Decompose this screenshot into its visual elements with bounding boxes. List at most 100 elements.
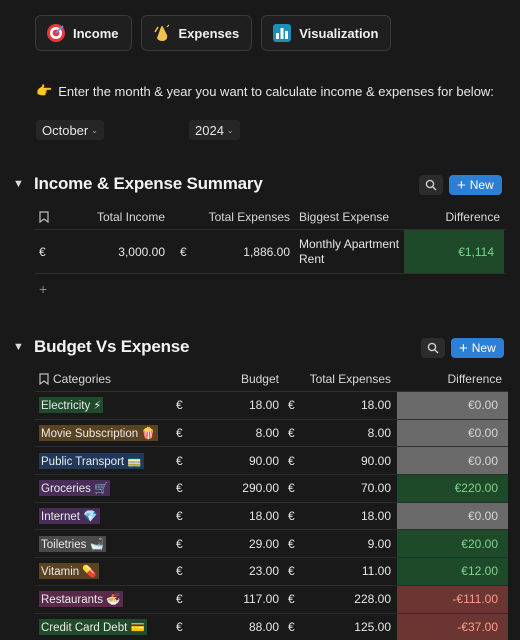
difference-value: €0.00 [397, 447, 508, 475]
table-row[interactable]: Restaurants 🍜 €117.00 €228.00 -€111.00 [35, 585, 508, 614]
summary-header-row: Total Income Total Expenses Biggest Expe… [35, 204, 506, 230]
target-icon [46, 23, 66, 43]
budget-toolbar: + New [421, 338, 504, 358]
search-icon [425, 179, 437, 191]
col-categories[interactable]: Categories [35, 372, 172, 386]
col-biggest-expense[interactable]: Biggest Expense [290, 210, 404, 224]
category-tag: Credit Card Debt 💳 [39, 618, 147, 635]
table-row[interactable]: Groceries 🛒 €290.00 €70.00 €220.00 [35, 475, 508, 503]
new-label: New [471, 341, 496, 355]
expense-currency: € [288, 619, 295, 634]
category-tag: Public Transport 🚃 [39, 452, 144, 469]
summary-row[interactable]: € 3,000.00 € 1,886.00 Monthly Apartment … [35, 230, 506, 274]
chevron-down-icon: ⌄ [91, 125, 98, 135]
col-total-expenses[interactable]: Total Expenses [165, 210, 290, 224]
clapping-hands-icon [152, 23, 172, 43]
bar-chart-icon [272, 23, 292, 43]
difference-value: -€111.00 [397, 585, 508, 613]
add-row-button[interactable]: + [39, 281, 47, 297]
difference-value: €1,114 [404, 230, 504, 273]
bookmark-icon [35, 210, 85, 223]
col-total-income[interactable]: Total Income [85, 210, 165, 224]
expense-currency: € [288, 398, 295, 413]
table-row[interactable]: Toiletries 🛁 €29.00 €9.00 €20.00 [35, 530, 508, 559]
month-select[interactable]: October ⌄ [36, 120, 104, 140]
expenses-value: 1,886.00 [243, 244, 290, 259]
budget-value: 29.00 [248, 536, 279, 551]
col-budget[interactable]: Budget [172, 372, 279, 386]
col-difference[interactable]: Difference [391, 372, 508, 386]
category-cell: Vitamin 💊 [35, 558, 172, 585]
month-value: October [42, 122, 89, 138]
search-icon [427, 342, 439, 354]
nav-visualization-label: Visualization [299, 25, 379, 41]
category-cell: Movie Subscription 🍿 [35, 420, 172, 447]
table-row[interactable]: Credit Card Debt 💳 €88.00 €125.00 -€37.00 [35, 613, 508, 640]
budget-currency: € [176, 481, 183, 496]
category-tag: Vitamin 💊 [39, 563, 99, 580]
budget-section-header: ▼ Budget Vs Expense [13, 337, 190, 357]
summary-new-button[interactable]: + New [449, 175, 502, 195]
year-select[interactable]: 2024 ⌄ [189, 120, 240, 140]
table-row[interactable]: Internet 💎 €18.00 €18.00 €0.00 [35, 502, 508, 531]
summary-section-header: ▼ Income & Expense Summary [13, 174, 263, 194]
plus-icon: + [459, 339, 468, 357]
budget-value: 117.00 [243, 592, 279, 607]
category-tag: Toiletries 🛁 [39, 535, 106, 552]
budget-currency: € [176, 592, 183, 607]
budget-value: 290.00 [242, 481, 279, 496]
collapse-toggle-icon[interactable]: ▼ [13, 341, 34, 353]
category-cell: Electricity ⚡ [35, 392, 172, 419]
expense-currency: € [288, 481, 295, 496]
difference-value: €220.00 [397, 475, 508, 502]
category-tag: Groceries 🛒 [39, 480, 111, 497]
expense-currency: € [288, 592, 295, 607]
difference-value: -€37.00 [397, 613, 508, 640]
col-total-expenses[interactable]: Total Expenses [279, 372, 391, 386]
expense-currency: € [288, 509, 295, 524]
nav-visualization-button[interactable]: Visualization [261, 15, 392, 51]
difference-value: €0.00 [397, 502, 508, 530]
summary-table: Total Income Total Expenses Biggest Expe… [35, 204, 506, 274]
difference-value: €0.00 [397, 419, 508, 447]
summary-title: Income & Expense Summary [34, 174, 263, 193]
table-row[interactable]: Vitamin 💊 €23.00 €11.00 €12.00 [35, 558, 508, 586]
budget-value: 8.00 [255, 426, 279, 441]
category-cell: Internet 💎 [35, 503, 172, 530]
table-row[interactable]: Electricity ⚡ €18.00 €18.00 €0.00 [35, 392, 508, 420]
category-tag: Movie Subscription 🍿 [39, 425, 158, 442]
instruction-text: 👉 Enter the month & year you want to cal… [36, 83, 494, 99]
year-value: 2024 [195, 122, 224, 138]
search-button[interactable] [421, 338, 445, 358]
nav-expenses-label: Expenses [178, 25, 240, 41]
expenses-value: 18.00 [360, 509, 391, 524]
expense-currency: € [288, 453, 295, 468]
category-tag: Internet 💎 [39, 508, 100, 525]
difference-value: €20.00 [397, 530, 508, 558]
instruction-label: Enter the month & year you want to calcu… [58, 83, 494, 99]
nav-expenses-button[interactable]: Expenses [140, 15, 253, 51]
budget-currency: € [176, 619, 183, 634]
table-row[interactable]: Movie Subscription 🍿 €8.00 €8.00 €0.00 [35, 419, 508, 448]
budget-currency: € [176, 453, 183, 468]
expense-currency: € [288, 426, 295, 441]
col-categories-label: Categories [53, 372, 112, 386]
budget-value: 90.00 [248, 453, 279, 468]
expense-currency: € [288, 564, 295, 579]
expenses-value: 8.00 [367, 426, 391, 441]
search-button[interactable] [419, 175, 443, 195]
biggest-expense-value: Monthly Apartment Rent [299, 236, 400, 266]
budget-value: 18.00 [248, 509, 279, 524]
expenses-value: 90.00 [360, 453, 391, 468]
table-row[interactable]: Public Transport 🚃 €90.00 €90.00 €0.00 [35, 447, 508, 476]
nav-income-button[interactable]: Income [35, 15, 132, 51]
collapse-toggle-icon[interactable]: ▼ [13, 178, 34, 190]
budget-currency: € [176, 426, 183, 441]
col-difference[interactable]: Difference [404, 210, 506, 224]
plus-icon: + [457, 176, 466, 194]
expenses-value: 70.00 [360, 481, 391, 496]
new-label: New [469, 178, 494, 192]
budget-currency: € [176, 398, 183, 413]
category-tag: Restaurants 🍜 [39, 591, 123, 608]
budget-new-button[interactable]: + New [451, 338, 504, 358]
